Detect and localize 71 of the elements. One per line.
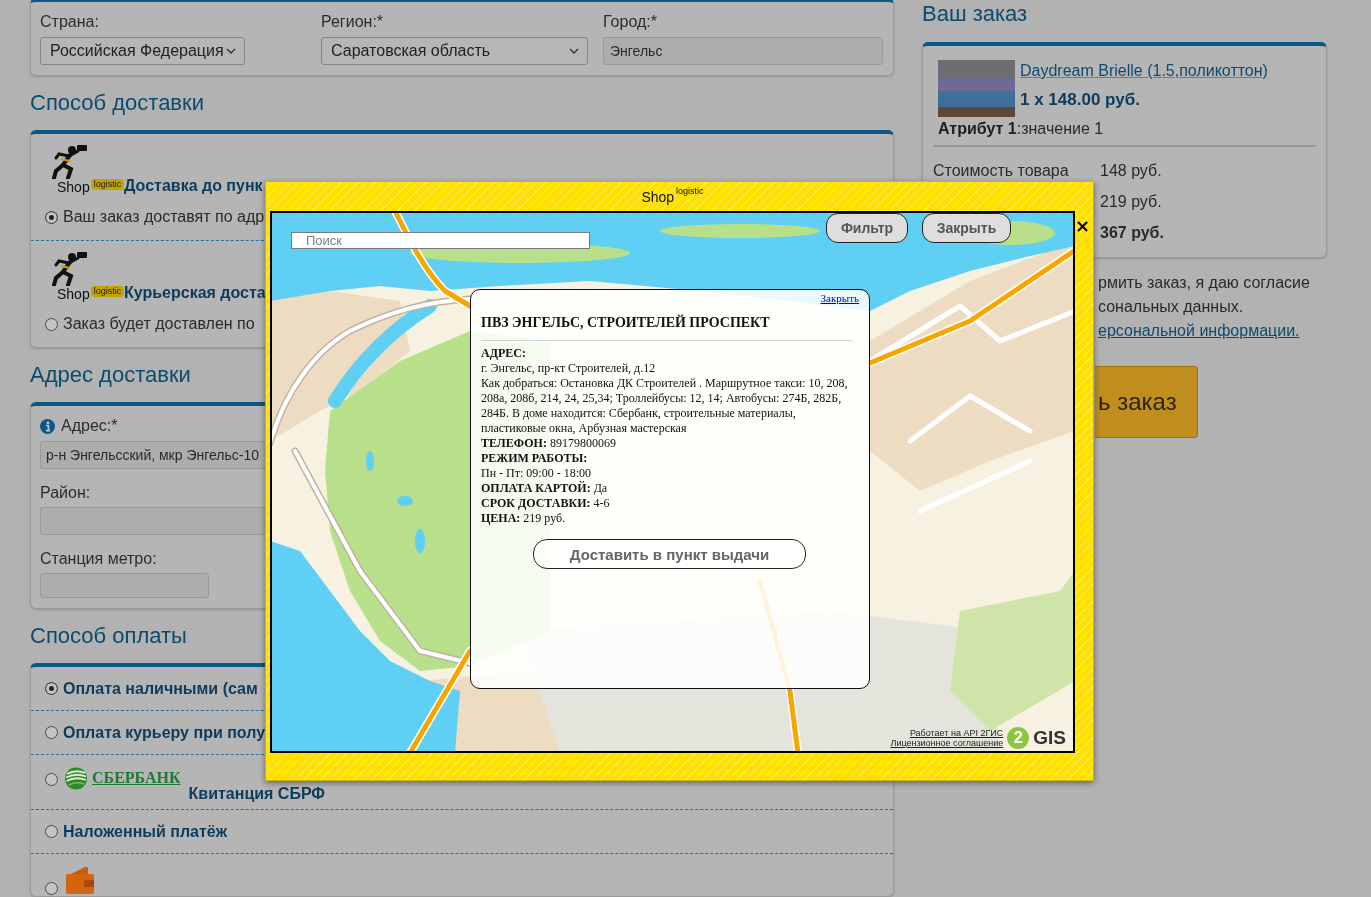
detail-text: г. Энгельс, пр-кт Строителей, д.12 [481,361,657,376]
logo-tag: logistic [90,286,125,297]
section-heading: Адрес доставки [30,362,191,388]
logo-text: GIS [1033,727,1066,749]
option-label: Наложенный платёж [63,821,228,842]
caret-icon [226,48,236,54]
point-title: ПВЗ ЭНГЕЛЬС, СТРОИТЕЛЕЙ ПРОСПЕКТ [481,314,771,331]
select-field[interactable]: Российская Федерация [40,37,245,65]
radio-button[interactable] [45,317,58,331]
close-link[interactable]: Закрыть [820,291,859,305]
summary-value: 219 руб. [1100,193,1162,211]
field-label: Город:* [603,13,657,31]
search-field[interactable]: Поиск [291,232,590,249]
input-field[interactable]: р-н Энгельсский, мкр Энгельс-10 [40,441,265,469]
logo-text: Shop [57,286,90,302]
privacy-link[interactable]: ерсональной информации. [1098,322,1300,339]
close-button[interactable]: × [1074,217,1090,235]
logo-tag: logistic [90,179,125,190]
section-heading: Ваш заказ [922,1,1028,27]
radio-button[interactable] [45,773,58,786]
bank-name-text: СБЕРБАНК [92,768,181,788]
filter-button[interactable]: Фильтр [826,213,908,243]
bank-logo-icon [64,766,88,790]
field-label: Адрес:* [61,417,118,435]
summary-label: Стоимость товара [933,162,1070,180]
input-field[interactable] [40,573,209,598]
radio-button[interactable] [45,682,58,695]
option-title: Доставка до пунк [124,177,263,195]
deliver-button[interactable]: Доставить в пункт выдачи [533,539,806,569]
detail-heading: РЕЖИМ РАБОТЫ: [481,451,589,466]
select-field[interactable]: Саратовская область [321,37,588,65]
section-heading: Способ оплаты [30,623,187,649]
field-label: Страна: [40,13,99,31]
summary-value: 148 руб. [1100,162,1162,180]
checkout-button[interactable]: ь заказ [1095,366,1198,438]
radio-button[interactable] [45,882,58,895]
close-button[interactable]: Закрыть [922,213,1011,243]
product-price: 1 x 148.00 руб. [1020,89,1140,111]
detail-text: ОПЛАТА КАРТОЙ: Да [481,481,609,496]
wallet-icon [64,866,96,894]
radio-button[interactable] [45,210,58,224]
attribution-link[interactable]: Лицензионное соглашение [890,738,1004,748]
detail-text: ТЕЛЕФОН: 89179800069 [481,436,617,451]
input-field[interactable] [40,507,265,535]
radio-button[interactable] [45,726,58,739]
summary-value: 367 руб. [1100,224,1164,242]
field-label: Район: [40,484,91,502]
logo-text: Shop [57,179,90,195]
option-label: Оплата курьеру при полу [63,722,266,743]
field-label: Регион:* [321,13,384,31]
detail-text: СРОК ДОСТАВКИ: 4-6 [481,496,611,511]
field-label: Станция метро: [40,550,157,568]
radio-button[interactable] [45,825,58,838]
option-label: Квитанция СБРФ [188,784,325,804]
input-field[interactable]: Энгельс [603,37,883,65]
detail-heading: АДРЕС: [481,346,527,361]
section-heading: Способ доставки [30,90,204,116]
detail-text: Пн - Пт: 09:00 - 18:00 [481,466,592,481]
caret-icon [569,48,579,54]
logo-text: Shop [641,188,675,205]
option-description: Ваш заказ доставят по адр [63,207,265,227]
attribution-link[interactable]: Работает на API 2ГИС [909,728,1004,738]
detail-text: Как добраться: Остановка ДК Строителей . Маршрутное такси: 10, 208, 208а, 208б, 214, 24, 25,34; Троллейбусы: 12, 14; Автобусы: 274Б, 282Б, 284Б. В доме находится: Сбербанк, строительные материалы, пластиковые окна, Арбузная мастерская [481,376,849,436]
consent-text: рмить заказ, я даю согласие сональных данных. ерсональной информации. [1098,273,1310,341]
option-label: Оплата наличными (сам [63,678,258,699]
option-description: Заказ будет доставлен по [63,314,255,334]
product-link[interactable]: Daydream Brielle (1.5,поликоттон) [1020,60,1268,81]
detail-text: ЦЕНА: 219 руб. [481,511,567,526]
logo-tag: logistic [676,186,704,196]
product-attribute: Атрибут 1:значение 1 [937,120,1105,138]
option-title: Курьерская доста [124,284,266,302]
